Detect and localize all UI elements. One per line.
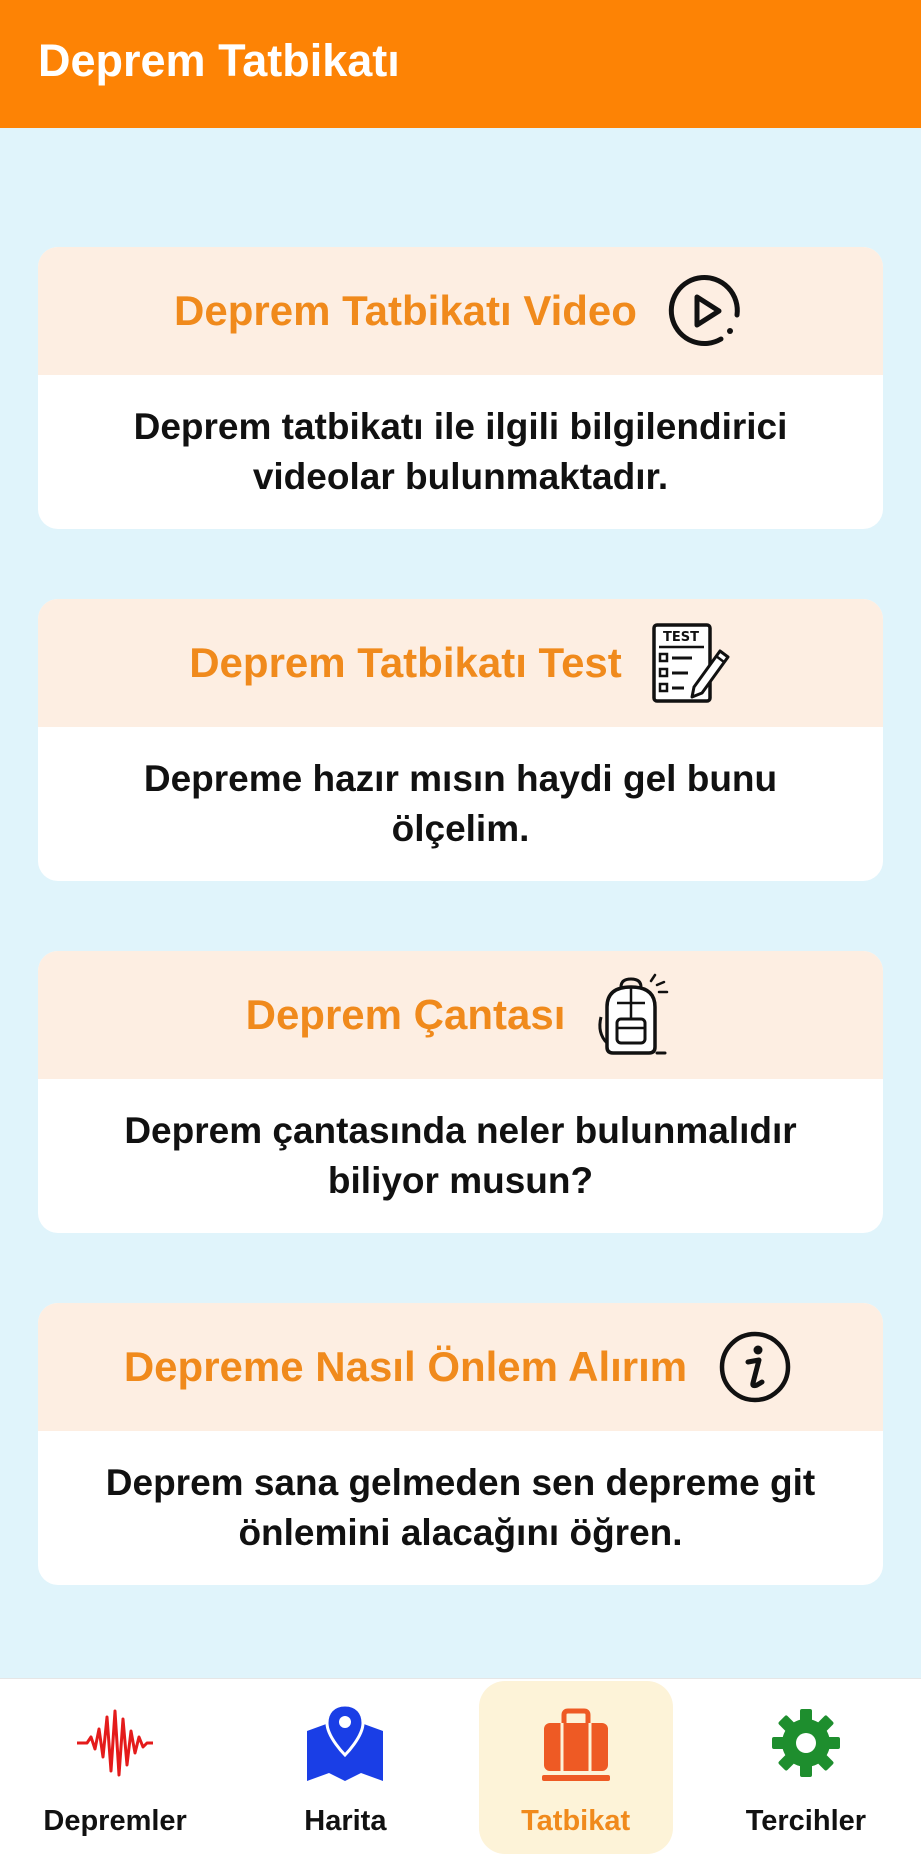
nav-item-map[interactable]: Harita	[230, 1679, 460, 1862]
gear-icon	[764, 1701, 848, 1785]
card-title: Depreme Nasıl Önlem Alırım	[123, 1343, 688, 1390]
card-description: Deprem sana gelmeden sen depreme git önl…	[105, 1462, 816, 1553]
backpack-icon	[591, 973, 675, 1057]
bottom-navigation: Depremler Harita Tatbikat Tercihler	[0, 1678, 921, 1862]
nav-label: Tatbikat	[521, 1805, 631, 1837]
seismic-wave-icon	[73, 1701, 157, 1785]
card-description: Deprem çantasında neler bulunmalıdır bil…	[124, 1110, 797, 1201]
briefcase-icon	[534, 1701, 618, 1785]
nav-label: Harita	[304, 1805, 387, 1837]
card-body: Deprem çantasında neler bulunmalıdır bil…	[38, 1079, 883, 1233]
card-body: Deprem tatbikatı ile ilgili bilgilendiri…	[38, 375, 883, 529]
emergency-bag-card[interactable]: Deprem Çantası Deprem çantasında neler b…	[38, 951, 883, 1233]
card-header: Deprem Çantası	[38, 951, 883, 1079]
nav-item-drill[interactable]: Tatbikat	[461, 1679, 691, 1862]
svg-text:TEST: TEST	[663, 630, 699, 645]
card-body: Depreme hazır mısın haydi gel bunu ölçel…	[38, 727, 883, 881]
card-header: Depreme Nasıl Önlem Alırım	[38, 1303, 883, 1431]
nav-item-preferences[interactable]: Tercihler	[691, 1679, 921, 1862]
nav-item-earthquakes[interactable]: Depremler	[0, 1679, 230, 1862]
card-title: Deprem Tatbikatı Video	[174, 287, 637, 334]
nav-label: Tercihler	[745, 1805, 867, 1837]
card-title: Deprem Çantası	[245, 991, 566, 1038]
nav-label: Depremler	[43, 1805, 187, 1837]
info-circle-icon	[713, 1325, 797, 1409]
precaution-card[interactable]: Depreme Nasıl Önlem Alırım Deprem sana g…	[38, 1303, 883, 1585]
test-checklist-icon: TEST	[648, 621, 732, 705]
card-description: Depreme hazır mısın haydi gel bunu ölçel…	[143, 758, 778, 849]
app-bar: Deprem Tatbikatı	[0, 0, 921, 128]
card-header: Deprem Tatbikatı Test TEST	[38, 599, 883, 727]
map-pin-icon	[303, 1701, 387, 1785]
page-title: Deprem Tatbikatı	[38, 35, 400, 86]
test-card[interactable]: Deprem Tatbikatı Test TEST Depreme hazır…	[38, 599, 883, 881]
video-card[interactable]: Deprem Tatbikatı Video Deprem tatbikatı …	[38, 247, 883, 529]
drill-content: Deprem Tatbikatı Video Deprem tatbikatı …	[0, 128, 921, 1678]
card-title: Deprem Tatbikatı Test	[189, 639, 622, 686]
card-description: Deprem tatbikatı ile ilgili bilgilendiri…	[133, 406, 788, 497]
card-header: Deprem Tatbikatı Video	[38, 247, 883, 375]
card-body: Deprem sana gelmeden sen depreme git önl…	[38, 1431, 883, 1585]
play-circle-icon	[663, 269, 747, 353]
